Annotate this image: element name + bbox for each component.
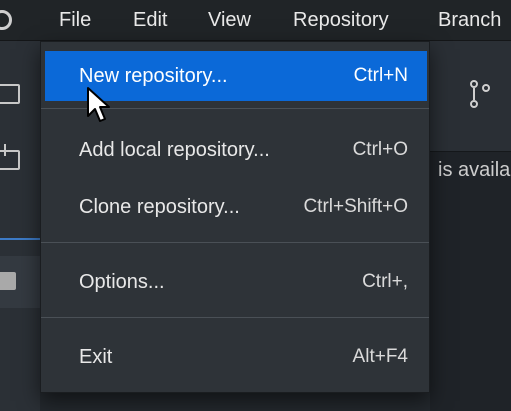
background-status-text: is availa (438, 159, 511, 181)
menu-item-label: New repository... (79, 64, 228, 87)
menu-edit[interactable]: Edit (133, 0, 167, 40)
menu-item-label: Clone repository... (79, 195, 240, 218)
menu-bar: File Edit View Repository Branch (0, 0, 511, 41)
branch-icon[interactable] (470, 80, 492, 108)
menu-item-clone-repository[interactable]: Clone repository... Ctrl+Shift+O (45, 182, 427, 232)
menu-repository[interactable]: Repository (293, 0, 389, 40)
checkbox-icon[interactable] (0, 272, 16, 290)
github-logo-icon (0, 10, 12, 30)
sidebar-divider (0, 238, 40, 240)
menu-item-shortcut: Ctrl+Shift+O (303, 196, 408, 217)
menu-item-label: Options... (79, 270, 165, 293)
menu-item-exit[interactable]: Exit Alt+F4 (45, 332, 427, 382)
menu-item-shortcut: Ctrl+O (352, 139, 408, 160)
app-window: File Edit View Repository Branch is avai… (0, 0, 511, 411)
menu-separator (41, 317, 429, 318)
mouse-cursor-icon (87, 87, 110, 122)
menu-item-label: Exit (79, 345, 113, 368)
menu-item-add-local-repository[interactable]: Add local repository... Ctrl+O (45, 125, 427, 175)
menu-item-shortcut: Ctrl+N (353, 65, 408, 86)
monitor-icon[interactable] (0, 84, 20, 104)
menu-item-options[interactable]: Options... Ctrl+, (45, 257, 427, 307)
menu-item-shortcut: Alt+F4 (352, 346, 408, 367)
menu-view[interactable]: View (208, 0, 251, 40)
menu-file[interactable]: File (59, 0, 91, 40)
menu-item-shortcut: Ctrl+, (362, 271, 408, 292)
download-icon[interactable] (0, 144, 20, 170)
menu-item-label: Add local repository... (79, 138, 270, 161)
menu-branch[interactable]: Branch (438, 0, 501, 40)
menu-separator (41, 242, 429, 243)
